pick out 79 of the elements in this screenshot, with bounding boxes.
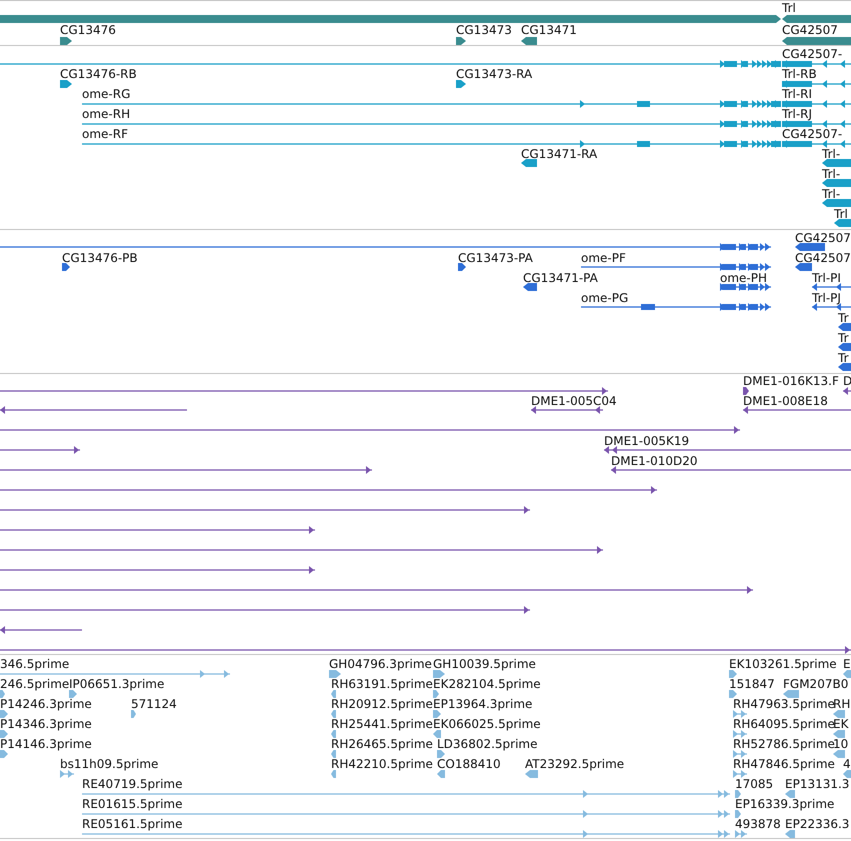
feature-label: ome-PH (720, 271, 768, 285)
feature-label: CG42507 (795, 251, 851, 265)
feature-label: DME1-008E18 (743, 394, 828, 408)
feature-label: Trl-RI (782, 87, 812, 101)
feature-label: ome-RH (82, 107, 130, 121)
feature-label: CG42507 (795, 231, 851, 245)
feature-label: Trl- (822, 147, 840, 161)
feature-label: 10 (833, 737, 848, 751)
feature-label: EP13131.3 (785, 777, 850, 791)
feature-label: AT23292.5prime (525, 757, 624, 771)
feature-label: CG13476 (60, 23, 116, 37)
feature-label: GH04796.3prime (329, 657, 432, 671)
feature-label: 346.5prime (0, 657, 70, 671)
feature-label: RH (833, 697, 850, 711)
feature-label: DME1-016K13.F (743, 374, 839, 388)
feature-label: EK066025.5prime (433, 717, 541, 731)
feature-label: bs11h09.5prime (60, 757, 158, 771)
feature-label: CG13471-RA (521, 147, 598, 161)
feature-label: RH20912.5prime (331, 697, 433, 711)
feature-label: RH52786.5prime (733, 737, 835, 751)
feature-label: CG42507 (782, 23, 838, 37)
feature-label: EK282104.5prime (433, 677, 541, 691)
feature-label: Trl (782, 1, 796, 15)
feature-label: 17085 (735, 777, 774, 791)
feature-label: RH47963.5prime (733, 697, 835, 711)
feature-label: EP22336.3 (785, 817, 850, 831)
feature-label: DME1-010D20 (611, 454, 698, 468)
feature-label: 571124 (131, 697, 177, 711)
feature-label: RE40719.5prime (82, 777, 182, 791)
feature-label: 246.5prime (0, 677, 70, 691)
feature-label: Trl- (822, 167, 840, 181)
feature-label: LD36802.5prime (437, 737, 538, 751)
feature-label: CG13473-RA (456, 67, 532, 81)
feature-label: P14246.3prime (0, 697, 92, 711)
feature-label: Tr (838, 331, 848, 345)
feature-label: CG13473-PA (458, 251, 533, 265)
feature-label: P14146.3prime (0, 737, 92, 751)
feature-label: EK103261.5prime (729, 657, 837, 671)
feature-label: FGM207B0 (783, 677, 848, 691)
feature-label: E (843, 657, 851, 671)
feature-label: ome-RF (82, 127, 128, 141)
feature-label: RE05161.5prime (82, 817, 182, 831)
feature-label: CG13476-PB (62, 251, 138, 265)
feature-label: CG42507- (782, 127, 842, 141)
feature-label: ome-PG (581, 291, 628, 305)
feature-label: Tr (838, 311, 848, 325)
feature-label: CG42507- (782, 47, 842, 61)
feature-label: EP16339.3prime (735, 797, 834, 811)
feature-label: EP13964.3prime (433, 697, 532, 711)
feature-label: CG13471 (521, 23, 577, 37)
feature-label: CG13471-PA (523, 271, 598, 285)
feature-label: CG13476-RB (60, 67, 137, 81)
feature-label: 151847 (729, 677, 775, 691)
feature-label: 4 (843, 757, 851, 771)
feature-label: Trl-PI (812, 271, 841, 285)
feature-label: Trl-RJ (782, 107, 812, 121)
feature-label: P14346.3prime (0, 717, 92, 731)
feature-label: Trl-PJ (812, 291, 841, 305)
feature-label: Trl-RB (782, 67, 817, 81)
feature-label: Trl (834, 207, 848, 221)
feature-label: GH10039.5prime (433, 657, 536, 671)
feature-label: RH42210.5prime (331, 757, 433, 771)
feature-label: DME1-005K19 (604, 434, 690, 448)
feature-label: RH64095.5prime (733, 717, 835, 731)
feature-label: DME1-005C04 (531, 394, 617, 408)
feature-label: RH47846.5prime (733, 757, 835, 771)
feature-label: RE01615.5prime (82, 797, 182, 811)
feature-label: RH25441.5prime (331, 717, 433, 731)
feature-label: RH63191.5prime (331, 677, 433, 691)
feature-label: RH26465.5prime (331, 737, 433, 751)
feature-label: 493878 (735, 817, 781, 831)
feature-label: EK (833, 717, 848, 731)
feature-label: IP06651.3prime (69, 677, 164, 691)
feature-label: Trl- (822, 187, 840, 201)
feature-label: Tr (838, 351, 848, 365)
feature-label: ome-RG (82, 87, 130, 101)
feature-label: CG13473 (456, 23, 512, 37)
feature-label: CO188410 (437, 757, 501, 771)
feature-label: ome-PF (581, 251, 626, 265)
